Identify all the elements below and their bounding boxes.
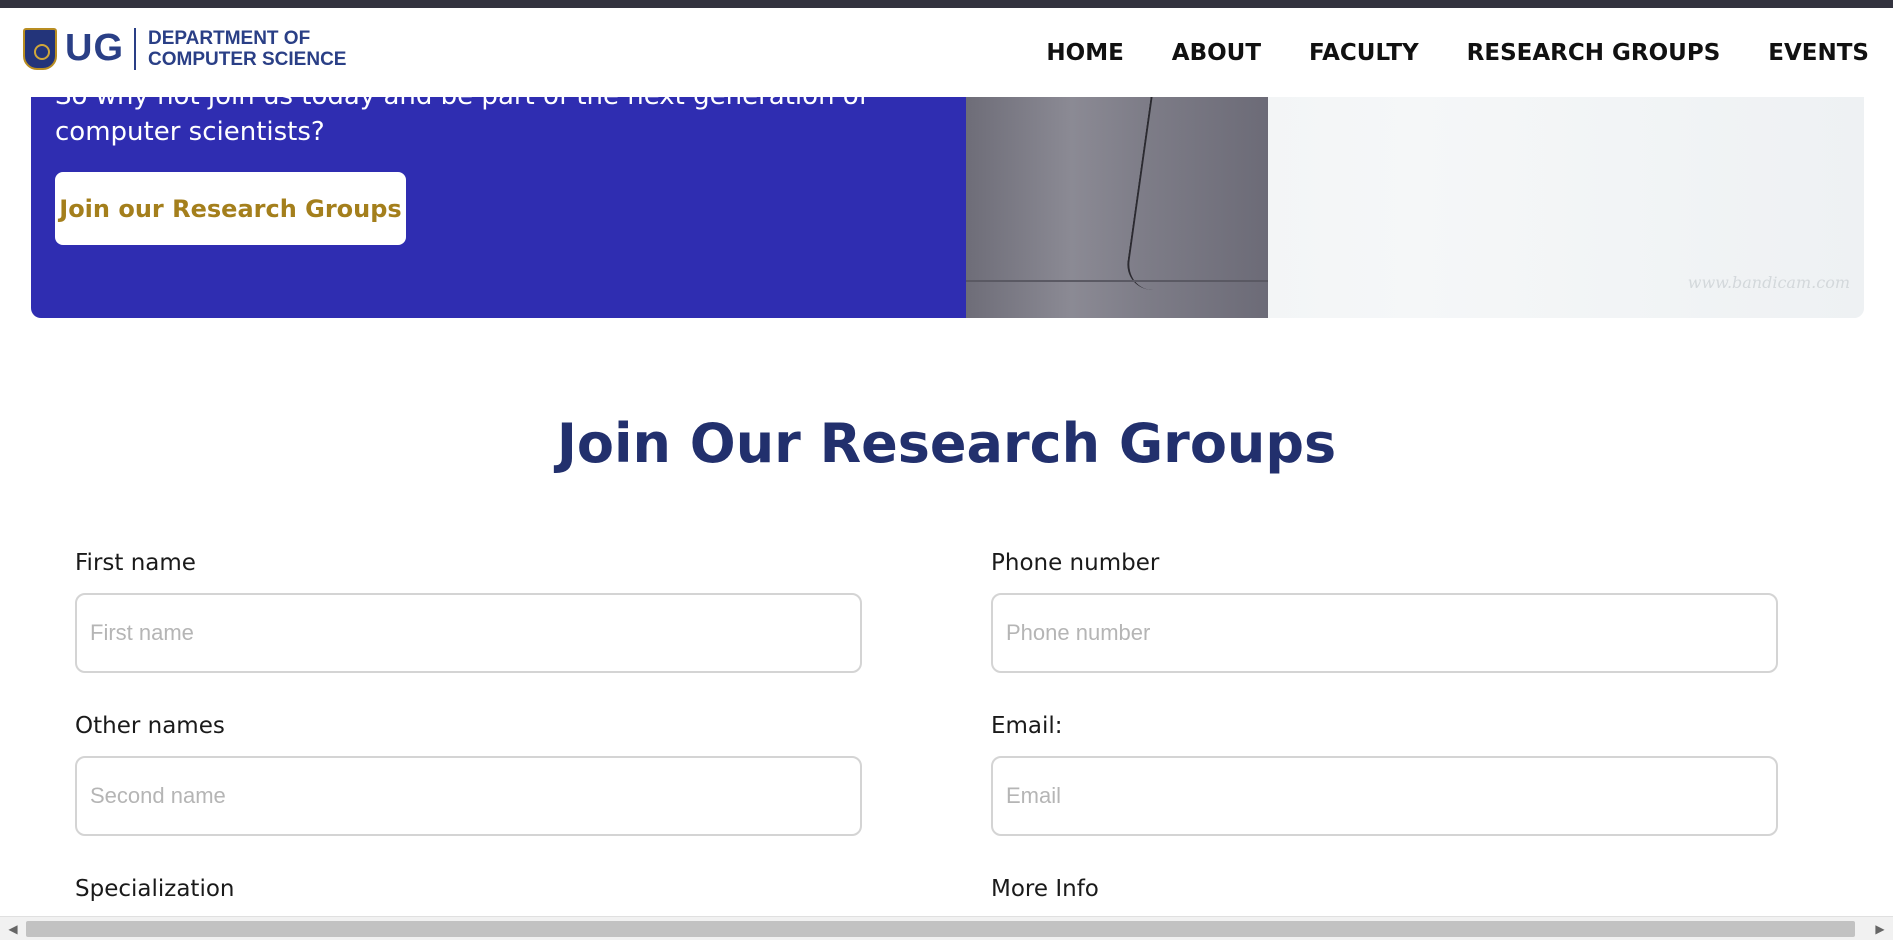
phone-number-input[interactable] — [991, 593, 1778, 673]
phone-number-label: Phone number — [991, 550, 1160, 576]
email-label: Email: — [991, 713, 1063, 739]
first-name-input[interactable] — [75, 593, 862, 673]
university-crest-icon — [23, 27, 57, 70]
logo-divider — [134, 27, 136, 70]
scrollbar-thumb[interactable] — [26, 921, 1855, 937]
email-input[interactable] — [991, 756, 1778, 836]
site-header: UG DEPARTMENT OF COMPUTER SCIENCE HOME A… — [0, 8, 1893, 97]
nav-about[interactable]: ABOUT — [1172, 40, 1261, 66]
nav-faculty[interactable]: FACULTY — [1309, 40, 1419, 66]
first-name-label: First name — [75, 550, 196, 576]
jacket-seam — [966, 280, 1268, 282]
image-watermark: www.bandicam.com — [1687, 273, 1850, 292]
site-logo[interactable]: UG DEPARTMENT OF COMPUTER SCIENCE — [23, 27, 346, 70]
more-info-label: More Info — [991, 876, 1099, 902]
main-nav: HOME ABOUT FACULTY RESEARCH GROUPS EVENT… — [998, 40, 1869, 66]
scroll-left-arrow-icon[interactable]: ◀ — [4, 921, 22, 937]
department-line-1: DEPARTMENT OF — [148, 27, 311, 49]
join-research-groups-button[interactable]: Join our Research Groups — [55, 172, 406, 245]
logo-initials: UG — [65, 27, 124, 69]
other-names-label: Other names — [75, 713, 225, 739]
department-line-2: COMPUTER SCIENCE — [148, 48, 347, 70]
nav-events[interactable]: EVENTS — [1768, 40, 1869, 66]
department-name: DEPARTMENT OF COMPUTER SCIENCE — [148, 28, 346, 70]
form-title: Join Our Research Groups — [556, 412, 1337, 475]
nav-research-groups[interactable]: RESEARCH GROUPS — [1467, 40, 1721, 66]
browser-top-strip — [0, 0, 1893, 8]
horizontal-scrollbar[interactable]: ◀ ▶ — [0, 916, 1893, 940]
scroll-right-arrow-icon[interactable]: ▶ — [1871, 921, 1889, 937]
specialization-label: Specialization — [75, 876, 235, 902]
other-names-input[interactable] — [75, 756, 862, 836]
nav-home[interactable]: HOME — [1046, 40, 1123, 66]
